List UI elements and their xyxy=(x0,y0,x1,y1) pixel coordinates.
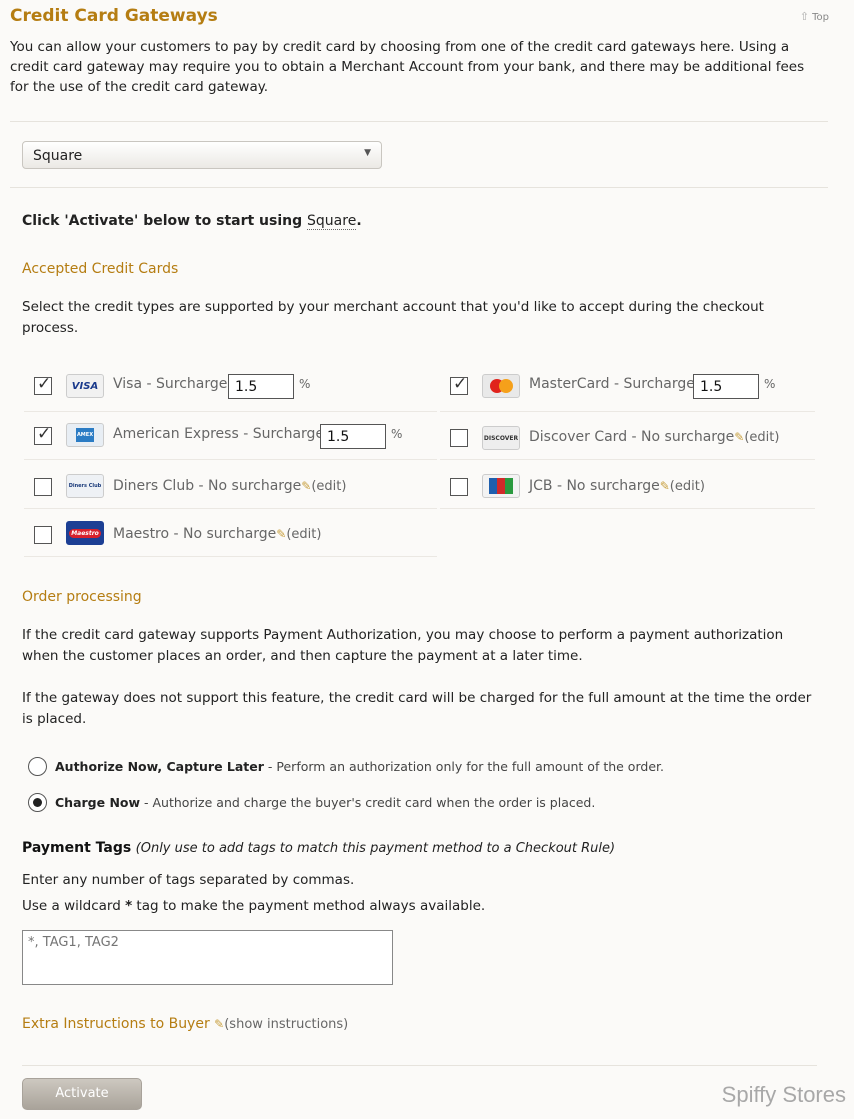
amex-label: American Express - Surcharge xyxy=(113,426,325,442)
diners-checkbox[interactable] xyxy=(34,478,52,496)
order-processing-heading: Order processing xyxy=(22,589,142,605)
intro-text: You can allow your customers to pay by c… xyxy=(10,39,805,95)
amex-surcharge-input[interactable]: 1.5 xyxy=(320,424,386,449)
maestro-edit-link[interactable]: (edit) xyxy=(286,527,321,542)
maestro-label: Maestro - No surcharge✎(edit) xyxy=(113,526,322,542)
order-processing-para2: If the gateway does not support this fea… xyxy=(22,690,812,727)
activate-message: Click 'Activate' below to start using Sq… xyxy=(22,213,362,230)
charge-now-option: Charge Now - Authorize and charge the bu… xyxy=(55,795,596,810)
visa-label: Visa - Surcharge xyxy=(113,376,228,392)
show-instructions-link[interactable]: (show instructions) xyxy=(224,1017,348,1032)
amex-logo: AMEX xyxy=(66,423,104,447)
authorize-later-radio[interactable] xyxy=(28,757,47,776)
gateway-select-value: Square xyxy=(33,148,83,164)
order-processing-para1: If the credit card gateway supports Paym… xyxy=(22,627,784,664)
gateway-name: Square xyxy=(307,213,357,230)
jcb-checkbox[interactable] xyxy=(450,478,468,496)
divider xyxy=(22,1065,817,1066)
card-row-visa: ✓ VISA Visa - Surcharge 1.5 % xyxy=(24,365,437,412)
card-row-maestro: Maestro Maestro - No surcharge✎(edit) xyxy=(24,510,437,557)
visa-surcharge-input[interactable]: 1.5 xyxy=(228,374,294,399)
diners-edit-link[interactable]: (edit) xyxy=(311,479,346,494)
card-row-discover: DISCOVER Discover Card - No surcharge✎(e… xyxy=(440,413,815,460)
diners-logo: Diners Club xyxy=(66,474,104,498)
extra-instructions-label: Extra Instructions to Buyer xyxy=(22,1016,210,1032)
divider xyxy=(10,121,828,122)
divider xyxy=(10,187,828,188)
extra-instructions: Extra Instructions to Buyer ✎(show instr… xyxy=(22,1016,348,1032)
pencil-icon: ✎ xyxy=(214,1017,225,1031)
top-link-label: Top xyxy=(812,12,829,23)
jcb-logo xyxy=(482,474,520,498)
pencil-icon: ✎ xyxy=(659,479,670,493)
accepted-cards-description: Select the credit types are supported by… xyxy=(22,299,764,336)
diners-label: Diners Club - No surcharge✎(edit) xyxy=(113,478,347,494)
discover-logo: DISCOVER xyxy=(482,426,520,450)
mastercard-checkbox[interactable]: ✓ xyxy=(450,374,468,395)
payment-tags-line1: Enter any number of tags separated by co… xyxy=(22,872,355,888)
payment-tags-input[interactable] xyxy=(22,930,393,985)
pencil-icon: ✎ xyxy=(301,479,312,493)
amex-percent-sign: % xyxy=(391,427,403,441)
payment-tags-heading: Payment Tags (Only use to add tags to ma… xyxy=(22,840,616,856)
dropdown-arrow-icon: ▼ xyxy=(364,148,371,158)
top-link[interactable]: ⇧ Top xyxy=(800,10,829,23)
card-row-diners: Diners Club Diners Club - No surcharge✎(… xyxy=(24,462,437,509)
brand-logo: Spiffy Stores xyxy=(721,1082,846,1107)
payment-tags-line2: Use a wildcard * tag to make the payment… xyxy=(22,898,486,914)
pencil-icon: ✎ xyxy=(276,527,287,541)
visa-percent-sign: % xyxy=(299,377,311,391)
authorize-later-option: Authorize Now, Capture Later - Perform a… xyxy=(55,759,664,774)
activate-button[interactable]: Activate xyxy=(22,1078,142,1110)
accepted-cards-heading: Accepted Credit Cards xyxy=(22,261,179,277)
mastercard-surcharge-input[interactable]: 1.5 xyxy=(693,374,759,399)
visa-checkbox[interactable]: ✓ xyxy=(34,374,52,395)
card-row-mastercard: ✓ MasterCard - Surcharge 1.5 % xyxy=(440,365,815,412)
card-row-jcb: JCB - No surcharge✎(edit) xyxy=(440,462,815,509)
jcb-label: JCB - No surcharge✎(edit) xyxy=(529,478,705,494)
maestro-logo: Maestro xyxy=(66,521,104,545)
up-arrow-icon: ⇧ xyxy=(799,10,809,23)
gateway-select[interactable]: Square ▼ xyxy=(22,141,382,169)
discover-edit-link[interactable]: (edit) xyxy=(744,430,779,445)
discover-checkbox[interactable] xyxy=(450,429,468,447)
visa-logo: VISA xyxy=(66,374,104,398)
charge-now-radio[interactable] xyxy=(28,793,47,812)
jcb-edit-link[interactable]: (edit) xyxy=(670,479,705,494)
card-row-amex: ✓ AMEX American Express - Surcharge 1.5 … xyxy=(24,413,437,460)
mastercard-logo xyxy=(482,374,520,398)
page-title: Credit Card Gateways xyxy=(10,6,218,26)
pencil-icon: ✎ xyxy=(734,430,745,444)
discover-label: Discover Card - No surcharge✎(edit) xyxy=(529,429,780,445)
mastercard-label: MasterCard - Surcharge xyxy=(529,376,695,392)
amex-checkbox[interactable]: ✓ xyxy=(34,424,52,445)
maestro-checkbox[interactable] xyxy=(34,526,52,544)
mastercard-percent-sign: % xyxy=(764,377,776,391)
